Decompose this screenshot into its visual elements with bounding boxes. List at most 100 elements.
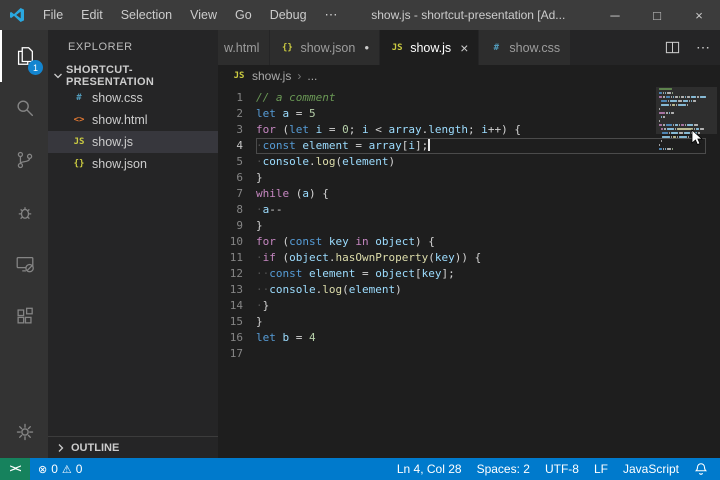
tab-bar: w.html {} show.json ● JSshow.js×#show.css ⋯ (218, 30, 720, 65)
code-line-3[interactable]: 3for (let i = 0; i < array.length; i++) … (218, 122, 720, 138)
code-text: let b = 4 (256, 330, 706, 346)
code-line-1[interactable]: 1// a comment (218, 90, 720, 106)
activitybar-run-and-debug[interactable] (0, 186, 48, 238)
line-number[interactable]: 15 (218, 314, 256, 330)
line-number[interactable]: 2 (218, 106, 256, 122)
code-editor[interactable]: 1// a comment2let a = 53for (let i = 0; … (218, 87, 720, 362)
tab-show.json[interactable]: {} show.json ● (270, 30, 380, 65)
editor-actions: ⋯ (665, 30, 710, 65)
remote-indicator[interactable]: >< (0, 458, 30, 480)
line-number[interactable]: 3 (218, 122, 256, 138)
gear-icon (14, 421, 36, 443)
activitybar-remote-explorer[interactable] (0, 238, 48, 290)
code-line-16[interactable]: 16let b = 4 (218, 330, 720, 346)
editor-group: w.html{}show.json●JSshow.js×#show.css ⋯ … (218, 30, 720, 458)
breadcrumb-file[interactable]: show.js (252, 69, 291, 83)
close-window-button[interactable]: × (678, 0, 720, 30)
code-line-7[interactable]: 7while (a) { (218, 186, 720, 202)
code-line-12[interactable]: 12··const element = object[key]; (218, 266, 720, 282)
chevron-right-icon: › (297, 69, 301, 83)
activitybar-search[interactable] (0, 82, 48, 134)
code-line-10[interactable]: 10for (const key in object) { (218, 234, 720, 250)
line-number[interactable]: 1 (218, 90, 256, 106)
tab-label: show.json (300, 41, 355, 55)
line-number[interactable]: 4 (218, 138, 256, 154)
line-number[interactable]: 16 (218, 330, 256, 346)
code-line-17[interactable]: 17 (218, 346, 720, 362)
file-type-icon: {} (280, 43, 294, 53)
file-show.html[interactable]: <>show.html (48, 109, 218, 131)
status-cursor-position[interactable]: Ln 4, Col 28 (397, 462, 462, 476)
activitybar-spacer (0, 342, 48, 406)
code-line-9[interactable]: 9} (218, 218, 720, 234)
status-indentation[interactable]: Spaces: 2 (477, 462, 530, 476)
status-bar: >< ⊗ 0 ⚠ 0 Ln 4, Col 28 Spaces: 2 UTF-8 … (0, 458, 720, 480)
search-icon (14, 97, 36, 119)
code-line-15[interactable]: 15} (218, 314, 720, 330)
line-number[interactable]: 8 (218, 202, 256, 218)
line-number[interactable]: 17 (218, 346, 256, 362)
activitybar-manage[interactable] (0, 406, 48, 458)
code-line-5[interactable]: 5·console.log(element) (218, 154, 720, 170)
status-encoding[interactable]: UTF-8 (545, 462, 579, 476)
line-number[interactable]: 11 (218, 250, 256, 266)
status-language[interactable]: JavaScript (623, 462, 679, 476)
breadcrumb: JS show.js › ... (218, 65, 720, 87)
file-show.json[interactable]: {}show.json (48, 153, 218, 175)
activitybar-explorer[interactable]: 1 (0, 30, 48, 82)
split-editor-button[interactable] (665, 40, 680, 55)
code-text: ·console.log(element) (256, 154, 706, 170)
activitybar-source-control[interactable] (0, 134, 48, 186)
code-line-13[interactable]: 13··console.log(element) (218, 282, 720, 298)
menu-debug[interactable]: Debug (261, 0, 316, 30)
explorer-badge: 1 (28, 60, 43, 75)
tab-show.css[interactable]: #show.css (479, 30, 571, 65)
folder-shortcut-presentation[interactable]: SHORTCUT-PRESENTATION (48, 65, 218, 87)
mouse-cursor (691, 129, 705, 147)
menu-overflow-button[interactable]: ⋯ (316, 0, 347, 30)
line-number[interactable]: 12 (218, 266, 256, 282)
line-number[interactable]: 5 (218, 154, 256, 170)
text-cursor (428, 139, 430, 151)
modified-dot-icon[interactable]: ● (364, 43, 369, 52)
file-type-icon: JS (72, 137, 86, 147)
problems-status[interactable]: ⊗ 0 ⚠ 0 (30, 462, 90, 476)
maximize-button[interactable]: □ (636, 0, 678, 30)
code-line-2[interactable]: 2let a = 5 (218, 106, 720, 122)
file-show.css[interactable]: #show.css (48, 87, 218, 109)
minimize-button[interactable]: ─ (594, 0, 636, 30)
tab-show.js[interactable]: JSshow.js× (380, 30, 479, 65)
title-bar: FileEditSelectionViewGoDebug ⋯ show.js -… (0, 0, 720, 30)
editor-more-actions-button[interactable]: ⋯ (696, 39, 710, 56)
notifications-bell-icon[interactable] (694, 462, 708, 476)
menu-file[interactable]: File (34, 0, 72, 30)
outline-section-header[interactable]: OUTLINE (48, 436, 218, 458)
code-text: } (256, 170, 706, 186)
file-show.js[interactable]: JSshow.js (48, 131, 218, 153)
menu-go[interactable]: Go (226, 0, 261, 30)
file-type-icon: {} (72, 159, 86, 169)
code-line-11[interactable]: 11·if (object.hasOwnProperty(key)) { (218, 250, 720, 266)
menu-selection[interactable]: Selection (112, 0, 181, 30)
line-number[interactable]: 7 (218, 186, 256, 202)
minimap-slider[interactable] (656, 87, 717, 134)
tab-w.html[interactable]: w.html (218, 30, 270, 65)
menu-edit[interactable]: Edit (72, 0, 112, 30)
line-number[interactable]: 6 (218, 170, 256, 186)
code-text: for (let i = 0; i < array.length; i++) { (256, 122, 706, 138)
code-line-6[interactable]: 6} (218, 170, 720, 186)
status-eol[interactable]: LF (594, 462, 608, 476)
folder-name: SHORTCUT-PRESENTATION (66, 64, 218, 88)
line-number[interactable]: 14 (218, 298, 256, 314)
code-line-4[interactable]: 4·const element = array[i]; (218, 138, 720, 154)
code-line-14[interactable]: 14·} (218, 298, 720, 314)
breadcrumb-symbol[interactable]: ... (307, 69, 317, 83)
code-line-8[interactable]: 8·a-- (218, 202, 720, 218)
menu-bar: FileEditSelectionViewGoDebug (34, 0, 316, 30)
line-number[interactable]: 10 (218, 234, 256, 250)
activitybar-extensions[interactable] (0, 290, 48, 342)
line-number[interactable]: 9 (218, 218, 256, 234)
tab-close-icon[interactable]: × (460, 40, 468, 56)
line-number[interactable]: 13 (218, 282, 256, 298)
menu-view[interactable]: View (181, 0, 226, 30)
